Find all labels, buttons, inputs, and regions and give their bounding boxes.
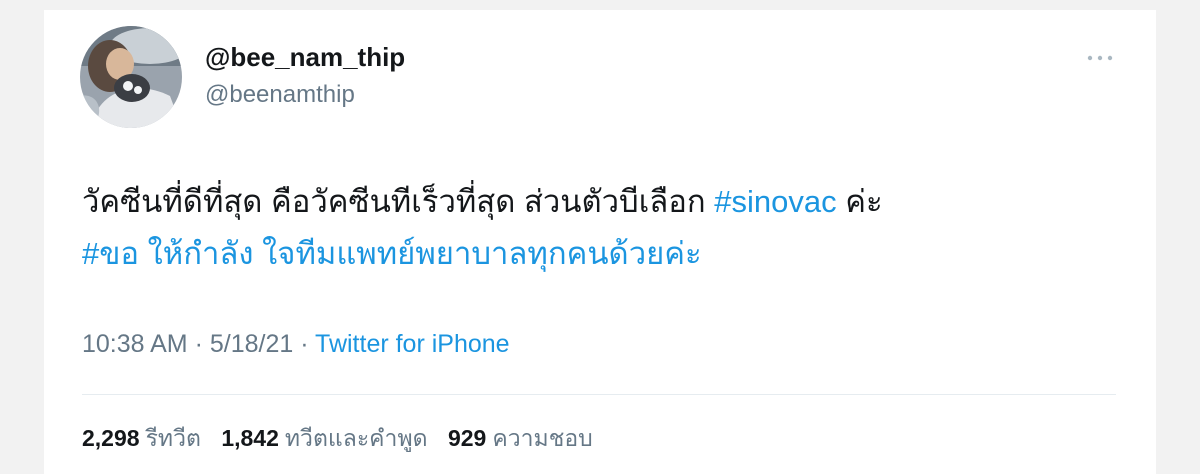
tweet-source-link[interactable]: Twitter for iPhone [315,330,510,358]
tweet-text-body: วัคซีนที่ดีที่สุด คือวัคซีนทีเร็วที่สุด … [82,184,715,219]
hashtag-support-medical-team[interactable]: #ขอ ให้กำลัง ใจทีมแพทย์พยาบาลทุกคนด้วยค่… [82,236,702,271]
likes-stat[interactable]: 929 ความชอบ [448,425,593,451]
more-horizontal-icon [1087,55,1113,61]
tweet-date[interactable]: 5/18/21 [210,330,293,358]
tweet-line-1: วัคซีนที่ดีที่สุด คือวัคซีนทีเร็วที่สุด … [82,176,1122,228]
user-handle[interactable]: @beenamthip [205,81,355,109]
quote-tweets-stat[interactable]: 1,842 ทวีตและคำพูด [221,425,427,451]
divider [82,394,1116,395]
quotes-label: ทวีตและคำพูด [284,425,428,451]
avatar[interactable] [80,26,182,128]
tweet-line-2: #ขอ ให้กำลัง ใจทีมแพทย์พยาบาลทุกคนด้วยค่… [82,228,1122,280]
retweets-count: 2,298 [82,425,140,451]
likes-count: 929 [447,425,487,451]
tweet-text-suffix: ค่ะ [836,184,883,219]
retweets-stat[interactable]: 2,298 รีทวีต [82,425,201,451]
meta-separator: · [293,330,316,358]
tweet-metadata: 10:38 AM · 5/18/21 · Twitter for iPhone [82,329,510,359]
tweet-card: @bee_nam_thip @beenamthip วัคซีนที่ดีที่… [44,10,1156,474]
tweet-text: วัคซีนที่ดีที่สุด คือวัคซีนทีเร็วที่สุด … [82,176,1122,280]
hashtag-sinovac[interactable]: #sinovac [714,184,836,219]
avatar-photo [80,26,182,128]
tweet-time[interactable]: 10:38 AM [82,330,188,358]
meta-separator: · [187,330,210,358]
display-name[interactable]: @bee_nam_thip [205,42,405,72]
quotes-count: 1,842 [221,425,279,451]
more-options-button[interactable] [1084,46,1116,70]
retweets-label: รีทวีต [145,425,201,451]
likes-label: ความชอบ [492,425,593,451]
engagement-stats: 2,298 รีทวีต 1,842 ทวีตและคำพูด 929 ความชอบ [82,424,607,452]
